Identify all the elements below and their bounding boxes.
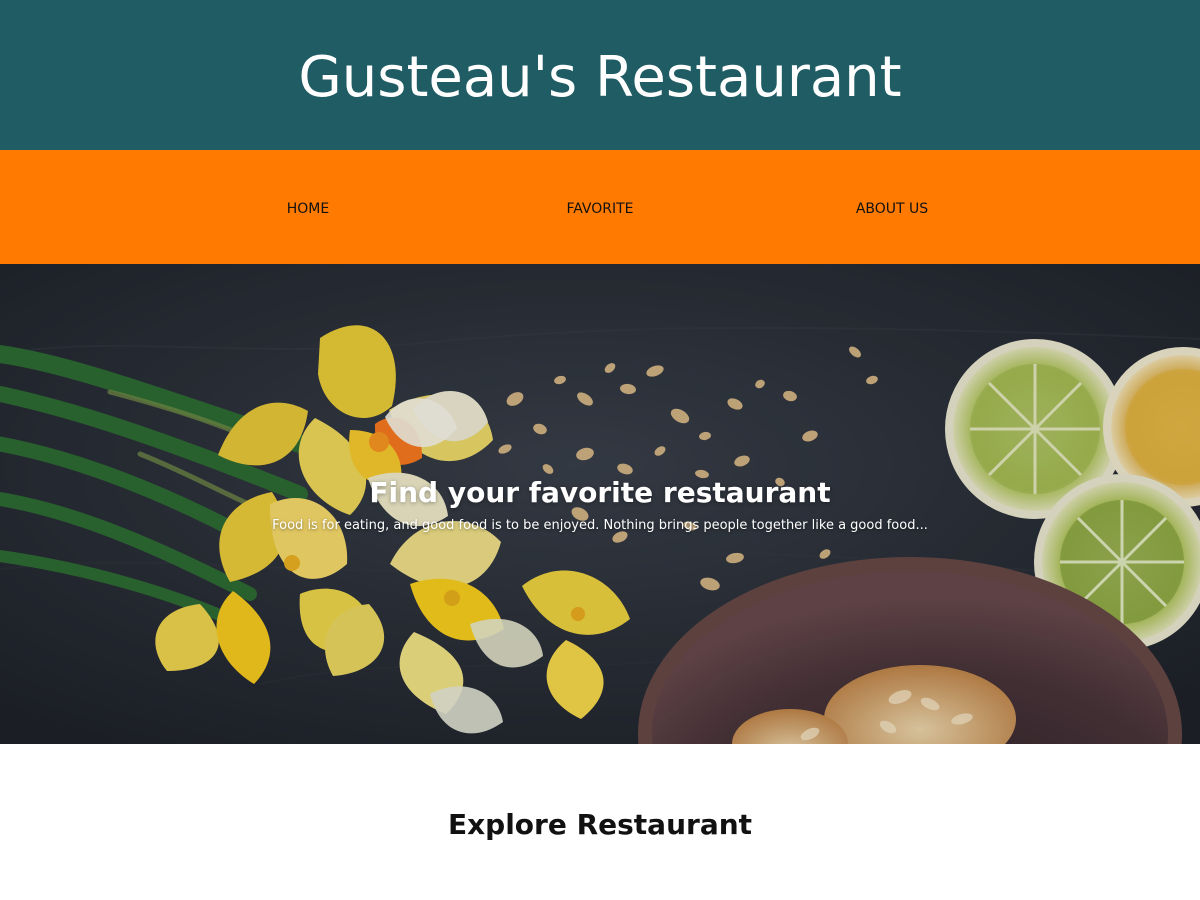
explore-title: Explore Restaurant: [447, 808, 753, 841]
main-navigation: HOME FAVORITE ABOUT US: [0, 150, 1200, 264]
nav-favorite-link[interactable]: FAVORITE: [564, 198, 635, 220]
explore-section: Explore Restaurant: [0, 744, 1200, 900]
site-header: Gusteau's Restaurant: [0, 0, 1200, 150]
hero-subtitle: Food is for eating, and good food is to …: [272, 518, 928, 533]
nav-home-link[interactable]: HOME: [285, 198, 331, 220]
hero-title: Find your favorite restaurant: [369, 476, 831, 509]
nav-about-us-link[interactable]: ABOUT US: [854, 198, 930, 220]
site-title: Gusteau's Restaurant: [298, 44, 902, 110]
hero-banner: Find your favorite restaurant Food is fo…: [0, 264, 1200, 744]
